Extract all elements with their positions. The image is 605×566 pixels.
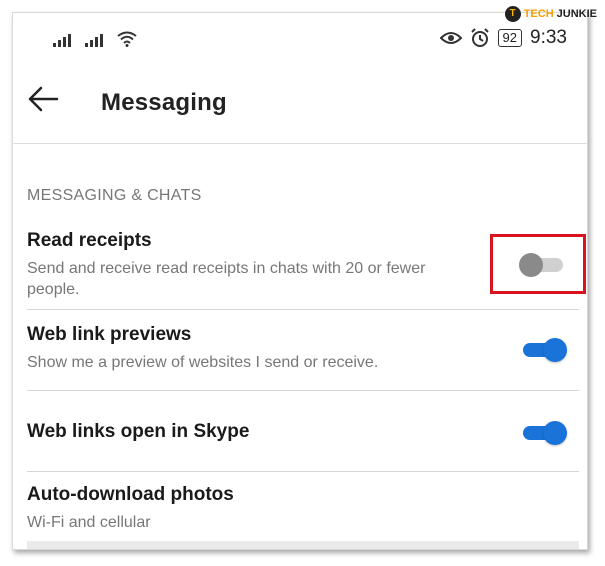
- divider: [27, 471, 579, 472]
- setting-auto-download-photos[interactable]: Auto-download photos Wi-Fi and cellular: [27, 484, 579, 533]
- signal-icon: [53, 34, 71, 47]
- watermark-logo: T: [504, 6, 521, 22]
- highlight-box: [490, 234, 586, 294]
- page-title: Messaging: [101, 89, 227, 116]
- alarm-icon: [470, 28, 489, 47]
- setting-description: Wi-Fi and cellular: [27, 514, 151, 531]
- watermark: T TECH JUNKIE: [504, 6, 597, 22]
- watermark-junkie: JUNKIE: [556, 8, 597, 20]
- wifi-icon: [117, 31, 137, 47]
- toggle-knob: [543, 421, 567, 445]
- signal-icon: [85, 34, 103, 47]
- back-arrow-icon[interactable]: [27, 85, 59, 113]
- setting-description: Send and receive read receipts in chats …: [27, 260, 426, 298]
- section-title: MESSAGING & CHATS: [27, 187, 202, 204]
- setting-title: Web link previews: [27, 324, 192, 345]
- bottom-divider: [27, 541, 579, 549]
- app-header: Messaging: [13, 65, 587, 144]
- setting-title: Web links open in Skype: [27, 421, 250, 442]
- divider: [27, 309, 579, 310]
- eye-icon: [439, 32, 462, 44]
- web-links-open-in-skype-toggle[interactable]: [521, 419, 571, 445]
- status-bar: 92 9:33: [13, 13, 587, 65]
- divider: [27, 390, 579, 391]
- setting-web-links-open-in-skype[interactable]: Web links open in Skype: [27, 421, 579, 443]
- setting-web-link-previews[interactable]: Web link previews Show me a preview of w…: [27, 324, 579, 373]
- app-frame: 92 9:33 Messaging MESSAGING & CHATS Read…: [12, 12, 588, 550]
- clock: 9:33: [530, 27, 567, 48]
- status-left: [53, 31, 137, 47]
- status-right: 92 9:33: [439, 27, 567, 49]
- setting-title: Auto-download photos: [27, 484, 234, 505]
- battery-indicator: 92: [497, 29, 523, 47]
- toggle-knob: [543, 338, 567, 362]
- web-link-previews-toggle[interactable]: [521, 336, 571, 362]
- setting-description: Show me a preview of websites I send or …: [27, 354, 379, 371]
- watermark-tech: TECH: [523, 8, 554, 20]
